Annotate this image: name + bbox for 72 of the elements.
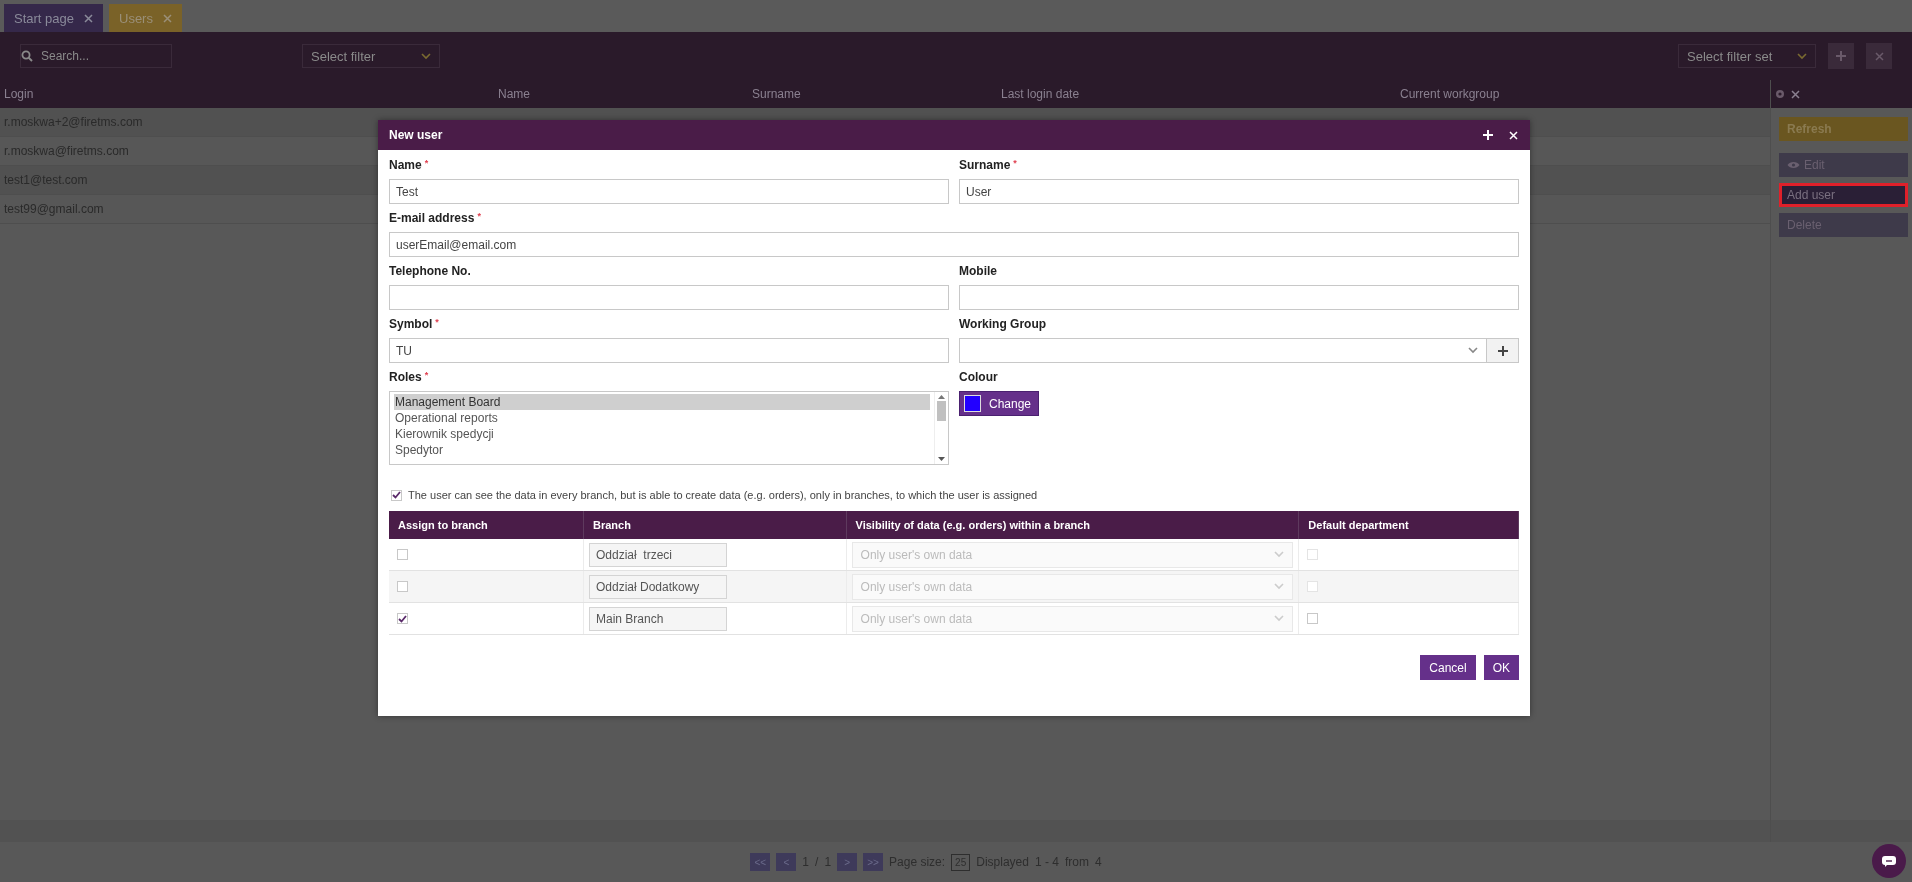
checkbox[interactable]: [397, 613, 408, 624]
chevron-down-icon: [1797, 52, 1807, 60]
page-separator: /: [815, 855, 819, 869]
role-option[interactable]: Management Board: [394, 394, 930, 410]
required-mark: *: [1012, 158, 1017, 168]
settings-icon[interactable]: [1775, 89, 1785, 99]
column-header[interactable]: Login: [0, 87, 494, 101]
chat-icon: [1881, 854, 1897, 868]
close-button[interactable]: [1866, 43, 1892, 69]
input-field[interactable]: TU: [389, 338, 949, 363]
input-field[interactable]: [959, 285, 1519, 310]
field-label: Colour: [959, 370, 999, 386]
column-header: Visibility of data (e.g. orders) within a branch: [846, 511, 1299, 539]
plus-icon[interactable]: [1497, 345, 1508, 356]
field-label: Symbol: [389, 317, 433, 331]
eye-icon: [1787, 161, 1800, 169]
column-header[interactable]: Name: [494, 87, 748, 101]
chevron-down-icon: [1274, 551, 1285, 558]
role-option[interactable]: Kierownik spedycji: [394, 426, 930, 442]
required-mark: *: [423, 158, 429, 168]
filter-set-dropdown[interactable]: Select filter set: [1678, 44, 1816, 68]
required-mark: *: [434, 317, 439, 327]
roles-list[interactable]: Management Board Operational reports Kierownik spedycji Spedytor: [389, 391, 949, 465]
chevron-down-icon: [1274, 615, 1285, 622]
field-label: Working Group: [959, 317, 1047, 331]
tab-label[interactable]: Start page: [14, 10, 74, 26]
dialog-button[interactable]: Cancel: [1420, 655, 1476, 680]
input-field[interactable]: userEmail@email.com: [389, 232, 1519, 257]
filter-dropdown[interactable]: Select filter: [302, 44, 440, 68]
input-field[interactable]: Test: [389, 179, 949, 204]
field-label: Mobile: [959, 264, 997, 278]
field-label: Surname: [959, 158, 1011, 172]
required-mark: *: [423, 370, 429, 380]
field-label: Telephone No.: [389, 264, 471, 278]
search-field[interactable]: Search...: [20, 44, 172, 68]
check-icon: [398, 614, 407, 623]
branch-field: Main Branch: [589, 606, 727, 631]
scroll-down-icon[interactable]: [938, 457, 945, 461]
check-icon: [392, 491, 401, 499]
maximize-icon[interactable]: [1483, 130, 1493, 140]
field-label: Roles: [389, 370, 422, 384]
change-colour-button[interactable]: Change: [959, 391, 1039, 416]
add-button[interactable]: [1828, 43, 1854, 69]
checkbox-label: The user can see the data in every branch, but is able to create data (e.g. orders), only in branches, to which the user is assigned: [408, 489, 1038, 501]
input-field[interactable]: [389, 285, 949, 310]
scroll-up-icon[interactable]: [938, 395, 945, 399]
column-header[interactable]: Current workgroup: [1396, 87, 1770, 101]
column-header: Default department: [1298, 511, 1519, 539]
column-header[interactable]: Last login date: [997, 87, 1396, 101]
chat-button[interactable]: [1872, 844, 1906, 878]
search-icon: [21, 50, 33, 62]
scrollbar[interactable]: [934, 392, 948, 464]
role-option[interactable]: Spedytor: [394, 442, 930, 458]
column-header[interactable]: Surname: [748, 87, 997, 101]
dialog-title: New user: [389, 128, 443, 142]
chevron-down-icon: [1274, 583, 1285, 590]
scrollbar-thumb[interactable]: [937, 401, 946, 421]
field-label: Name: [389, 158, 422, 172]
chevron-down-icon: [1468, 347, 1478, 354]
action-button[interactable]: Add user: [1779, 183, 1908, 207]
role-option[interactable]: Operational reports: [394, 410, 930, 426]
tab[interactable]: Start page: [4, 4, 103, 32]
column-header: Branch: [583, 511, 847, 539]
input-field[interactable]: User: [959, 179, 1519, 204]
column-header: Assign to branch: [389, 511, 584, 539]
required-mark: *: [476, 211, 481, 221]
add-group-button[interactable]: [1487, 338, 1519, 363]
field-label: E-mail address: [389, 211, 475, 225]
branch-field: Oddział Dodatkowy: [589, 574, 727, 599]
chevron-down-icon: [421, 52, 431, 60]
dialog-button[interactable]: OK: [1483, 655, 1519, 680]
branch-field: Oddział trzeci: [589, 542, 727, 567]
